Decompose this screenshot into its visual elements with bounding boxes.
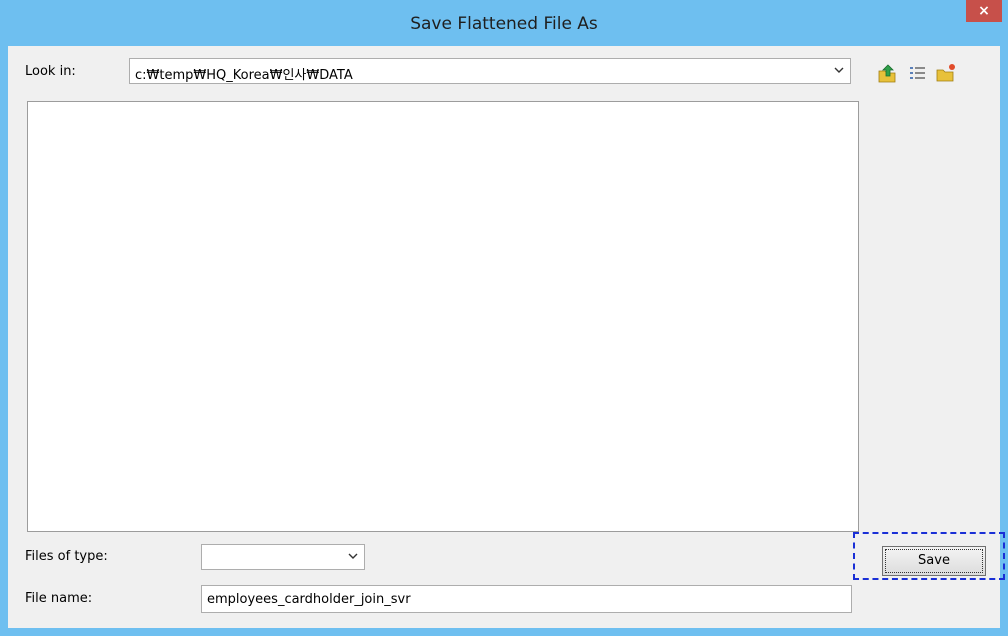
title-bar[interactable]: Save Flattened File As × bbox=[0, 0, 1008, 46]
file-name-label: File name: bbox=[25, 591, 93, 606]
look-in-value: c:₩temp₩HQ_Korea₩인사₩DATA bbox=[135, 68, 353, 83]
save-button-focus-rect bbox=[885, 549, 983, 573]
files-of-type-dropdown[interactable] bbox=[201, 544, 365, 570]
save-button[interactable]: Save bbox=[882, 546, 986, 576]
chevron-down-icon bbox=[834, 67, 844, 73]
details-view-icon[interactable] bbox=[907, 62, 929, 84]
dialog-client-area: Look in: c:₩temp₩HQ_Korea₩인사₩DATA Files … bbox=[8, 46, 1005, 628]
new-folder-icon[interactable] bbox=[935, 62, 957, 84]
file-name-input[interactable]: employees_cardholder_join_svr bbox=[201, 585, 852, 613]
save-dialog-window: Save Flattened File As × Look in: c:₩tem… bbox=[0, 0, 1008, 636]
close-button[interactable]: × bbox=[966, 0, 1002, 22]
chevron-down-icon bbox=[348, 553, 358, 559]
file-list-view[interactable] bbox=[27, 101, 859, 532]
look-in-label: Look in: bbox=[25, 64, 76, 79]
dialog-title: Save Flattened File As bbox=[410, 14, 598, 34]
file-name-value: employees_cardholder_join_svr bbox=[207, 592, 411, 607]
look-in-dropdown[interactable]: c:₩temp₩HQ_Korea₩인사₩DATA bbox=[129, 58, 851, 84]
files-of-type-label: Files of type: bbox=[25, 549, 108, 564]
up-folder-icon[interactable] bbox=[876, 62, 898, 84]
